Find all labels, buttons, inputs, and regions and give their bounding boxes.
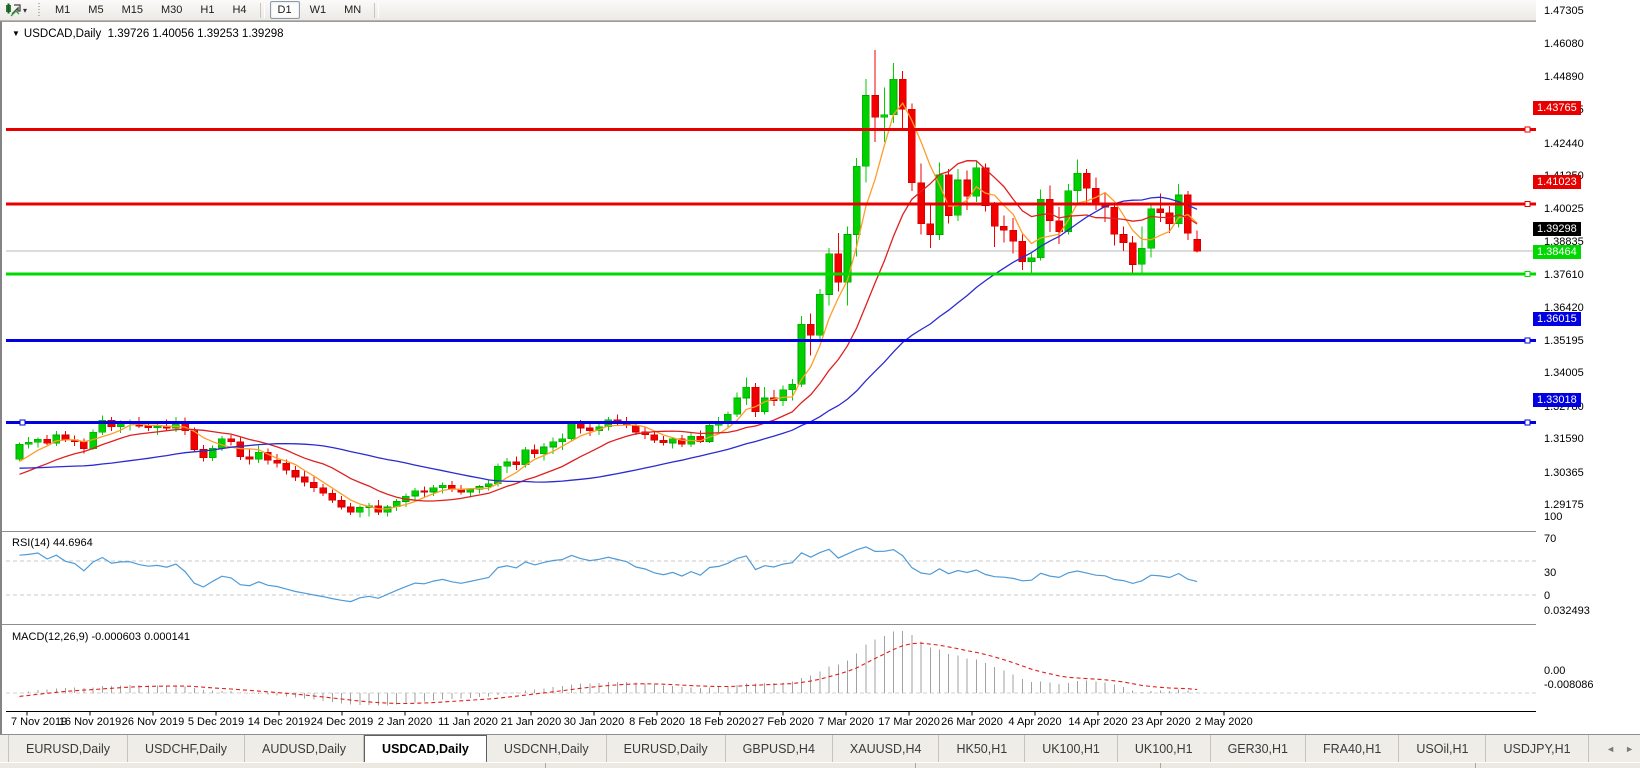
date-axis-label: 27 Feb 2020 <box>752 716 814 728</box>
rsi-indicator-label: RSI(14) 44.6964 <box>12 537 93 549</box>
status-strip <box>0 762 1640 768</box>
tab-scroll-arrows: ◄► <box>1606 735 1634 763</box>
macd-axis-tick: 0.00 <box>1544 665 1565 677</box>
date-axis-label: 2 May 2020 <box>1195 716 1252 728</box>
rsi-axis-tick: 0 <box>1544 590 1550 602</box>
chart-tab-bar: EURUSD,DailyUSDCHF,DailyAUDUSD,DailyUSDC… <box>0 734 1640 762</box>
hline-price-flag: 1.36015 <box>1533 312 1581 326</box>
tab-scroll-right-icon[interactable]: ► <box>1625 744 1634 754</box>
price-axis-tick: 1.34005 <box>1544 367 1584 379</box>
timeframe-buttons: M1M5M15M30H1H4 D1W1MN <box>46 1 370 19</box>
hline-price-flag: 1.38464 <box>1533 245 1581 259</box>
date-axis-label: 26 Nov 2019 <box>122 716 184 728</box>
timeframe-button-w1[interactable]: W1 <box>302 1 335 19</box>
timeframe-button-d1[interactable]: D1 <box>270 1 300 19</box>
macd-indicator-label: MACD(12,26,9) -0.000603 0.000141 <box>12 631 190 643</box>
date-axis-label: 30 Jan 2020 <box>564 716 625 728</box>
mt4-terminal: ▾ M1M5M15M30H1H4D1W1MN ▾ ▼USDCAD,Daily 1… <box>0 0 1640 768</box>
tab-scroll-left-icon[interactable]: ◄ <box>1606 744 1615 754</box>
date-axis[interactable]: 7 Nov 201916 Nov 201926 Nov 20195 Dec 20… <box>6 715 1538 731</box>
status-separator <box>1160 763 1161 768</box>
chart-tab-usdcnh-daily-4[interactable]: USDCNH,Daily <box>487 735 607 762</box>
main-rsi-separator[interactable] <box>2 531 1640 535</box>
charts-dropdown-caret[interactable]: ▾ <box>23 6 27 15</box>
chart-tab-fra40-h1-12[interactable]: FRA40,H1 <box>1306 735 1399 762</box>
macd-axis-tick: 0.032493 <box>1544 605 1590 617</box>
chart-tab-usdchf-daily-1[interactable]: USDCHF,Daily <box>128 735 245 762</box>
price-axis-tick: 1.30365 <box>1544 467 1584 479</box>
toolbar-separator <box>374 3 379 18</box>
price-axis-tick: 1.29175 <box>1544 499 1584 511</box>
chart-title-collapse-icon[interactable]: ▼ <box>12 29 20 38</box>
timeframe-button-h4[interactable]: H4 <box>224 1 254 19</box>
rsi-axis-tick: 100 <box>1544 511 1562 523</box>
chart-tab-usdcad-daily-3[interactable]: USDCAD,Daily <box>364 735 487 762</box>
date-axis-label: 5 Dec 2019 <box>188 716 244 728</box>
chart-tab-audusd-daily-2[interactable]: AUDUSD,Daily <box>245 735 364 762</box>
chart-tab-hk50-h1-8[interactable]: HK50,H1 <box>939 735 1025 762</box>
date-axis-label: 21 Jan 2020 <box>501 716 562 728</box>
date-axis-label: 11 Jan 2020 <box>438 716 498 728</box>
date-axis-label: 2 Jan 2020 <box>378 716 432 728</box>
timeframe-button-m30[interactable]: M30 <box>153 1 190 19</box>
macd-axis-tick: -0.008086 <box>1544 679 1594 691</box>
date-axis-label: 7 Mar 2020 <box>818 716 874 728</box>
date-axis-label: 23 Apr 2020 <box>1131 716 1190 728</box>
date-axis-label: 14 Dec 2019 <box>248 716 310 728</box>
price-axis-tick: 1.40025 <box>1544 203 1584 215</box>
price-axis[interactable]: 1.473051.460801.448901.436651.424401.412… <box>1536 0 1640 713</box>
chart-window: ▼ USDCAD,Daily 1.39726 1.40056 1.39253 1.… <box>0 21 1640 734</box>
timeframe-button-m15[interactable]: M15 <box>114 1 151 19</box>
date-axis-label: 4 Apr 2020 <box>1008 716 1061 728</box>
timeframe-button-m1[interactable]: M1 <box>47 1 78 19</box>
chart-title-quote: 1.39726 1.40056 1.39253 1.39298 <box>108 28 284 40</box>
price-axis-tick: 1.46080 <box>1544 38 1584 50</box>
rsi-axis-tick: 70 <box>1544 533 1556 545</box>
date-axis-label: 26 Mar 2020 <box>941 716 1003 728</box>
date-axis-label: 8 Feb 2020 <box>629 716 685 728</box>
date-axis-label: 16 Nov 2019 <box>59 716 121 728</box>
chart-plot-area[interactable] <box>6 22 1538 718</box>
chart-tab-eurusd-daily-5[interactable]: EURUSD,Daily <box>607 735 726 762</box>
chart-tab-usdjpy-h1-14[interactable]: USDJPY,H1 <box>1486 735 1588 762</box>
price-axis-tick: 1.31590 <box>1544 433 1584 445</box>
timeframe-button-m5[interactable]: M5 <box>80 1 111 19</box>
chart-title: ▼ USDCAD,Daily 1.39726 1.40056 1.39253 1.… <box>12 28 284 40</box>
date-axis-label: 14 Apr 2020 <box>1068 716 1127 728</box>
price-axis-tick: 1.47305 <box>1544 5 1584 17</box>
timeframe-toolbar: ▾ M1M5M15M30H1H4D1W1MN ▾ <box>0 0 1640 21</box>
status-separator <box>545 763 546 768</box>
date-axis-label: 18 Feb 2020 <box>689 716 751 728</box>
price-axis-tick: 1.42440 <box>1544 138 1584 150</box>
hline-price-flag: 1.33018 <box>1533 393 1581 407</box>
rsi-axis-tick: 30 <box>1544 567 1556 579</box>
toolbar-separator <box>260 3 265 18</box>
chart-title-symbol: USDCAD,Daily <box>24 28 101 40</box>
status-separator <box>915 763 916 768</box>
status-separator <box>1475 763 1476 768</box>
chart-tab-gbpusd-h4-6[interactable]: GBPUSD,H4 <box>726 735 833 762</box>
hline-price-flag: 1.43765 <box>1533 101 1581 115</box>
price-axis-tick: 1.37610 <box>1544 269 1584 281</box>
timeframe-button-mn[interactable]: MN <box>336 1 369 19</box>
price-axis-tick: 1.35195 <box>1544 335 1584 347</box>
rsi-macd-separator[interactable] <box>2 624 1640 628</box>
timeframe-button-h1[interactable]: H1 <box>192 1 222 19</box>
price-axis-tick: 1.44890 <box>1544 71 1584 83</box>
chart-tab-ger30-h1-11[interactable]: GER30,H1 <box>1211 735 1306 762</box>
date-axis-label: 17 Mar 2020 <box>878 716 940 728</box>
date-axis-label: 24 Dec 2019 <box>311 716 373 728</box>
chart-tab-uk100-h1-9[interactable]: UK100,H1 <box>1025 735 1118 762</box>
bid-price-flag: 1.39298 <box>1533 222 1581 236</box>
chart-tab-xauusd-h4-7[interactable]: XAUUSD,H4 <box>833 735 940 762</box>
chart-tab-usoil-h1-13[interactable]: USOil,H1 <box>1399 735 1486 762</box>
chart-tab-eurusd-daily-0[interactable]: EURUSD,Daily <box>8 735 128 762</box>
charts-icon[interactable] <box>4 3 22 18</box>
chart-tab-uk100-h1-10[interactable]: UK100,H1 <box>1118 735 1211 762</box>
hline-price-flag: 1.41023 <box>1533 175 1581 189</box>
toolbar-grip[interactable] <box>37 3 41 17</box>
